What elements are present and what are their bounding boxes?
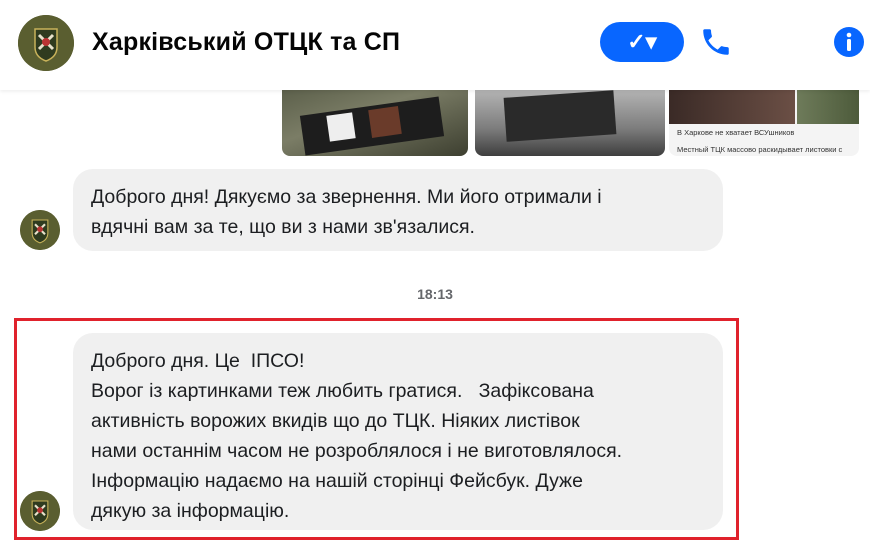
message-bubble[interactable]: Доброго дня! Дякуємо за звернення. Ми йо… [73, 169, 723, 251]
message-line: нами останнім часом не розроблялося і не… [91, 440, 623, 462]
phone-icon [703, 29, 729, 55]
emblem-icon [20, 491, 60, 531]
page-title: Харківський ОТЦК та СП [92, 28, 401, 56]
news-caption-1: В Харкове не хватает ВСУшников [677, 128, 795, 137]
info-button[interactable] [832, 25, 866, 59]
message-line: Ворог із картинками теж любить гратися. … [91, 380, 594, 402]
message-line: Доброго дня. Це ІПСО! [91, 350, 305, 372]
news-photo-2 [797, 88, 859, 124]
emblem-icon [20, 210, 60, 250]
leaflet-shape [503, 90, 617, 142]
message-line: вдячні вам за те, що ви з нами зв'язалис… [91, 216, 475, 238]
message-timestamp: 18:13 [417, 286, 453, 302]
message-bubble[interactable]: Доброго дня. Це ІПСО! Ворог із картинкам… [73, 333, 723, 530]
chat-header: Харківський ОТЦК та СП ✓▾ [0, 0, 870, 90]
leaflet-picture [368, 106, 402, 138]
message-line: Інформацію надаємо на нашій сторінці Фей… [91, 470, 583, 492]
qr-code-icon [326, 112, 356, 142]
message-line: активність ворожих вкидів що до ТЦК. Нія… [91, 410, 580, 432]
info-icon [834, 27, 864, 57]
shared-image-2[interactable] [475, 88, 665, 156]
message-line: дякую за інформацію. [91, 500, 290, 522]
shared-image-3[interactable]: В Харкове не хватает ВСУшников Местный Т… [669, 88, 859, 156]
message-line: Доброго дня! Дякуємо за звернення. Ми йо… [91, 186, 602, 208]
news-photo [669, 88, 795, 124]
sender-avatar[interactable] [20, 210, 60, 250]
shared-image-1[interactable] [282, 88, 468, 156]
followed-dropdown-button[interactable]: ✓▾ [600, 22, 684, 62]
emblem-icon [18, 15, 74, 71]
call-button[interactable] [699, 24, 733, 60]
page-avatar[interactable] [18, 15, 74, 71]
check-dropdown-icon: ✓▾ [627, 29, 657, 54]
shared-images: В Харкове не хватает ВСУшников Местный Т… [0, 88, 870, 158]
news-caption-2: Местный ТЦК массово раскидывает листовки… [677, 145, 843, 154]
sender-avatar[interactable] [20, 491, 60, 531]
